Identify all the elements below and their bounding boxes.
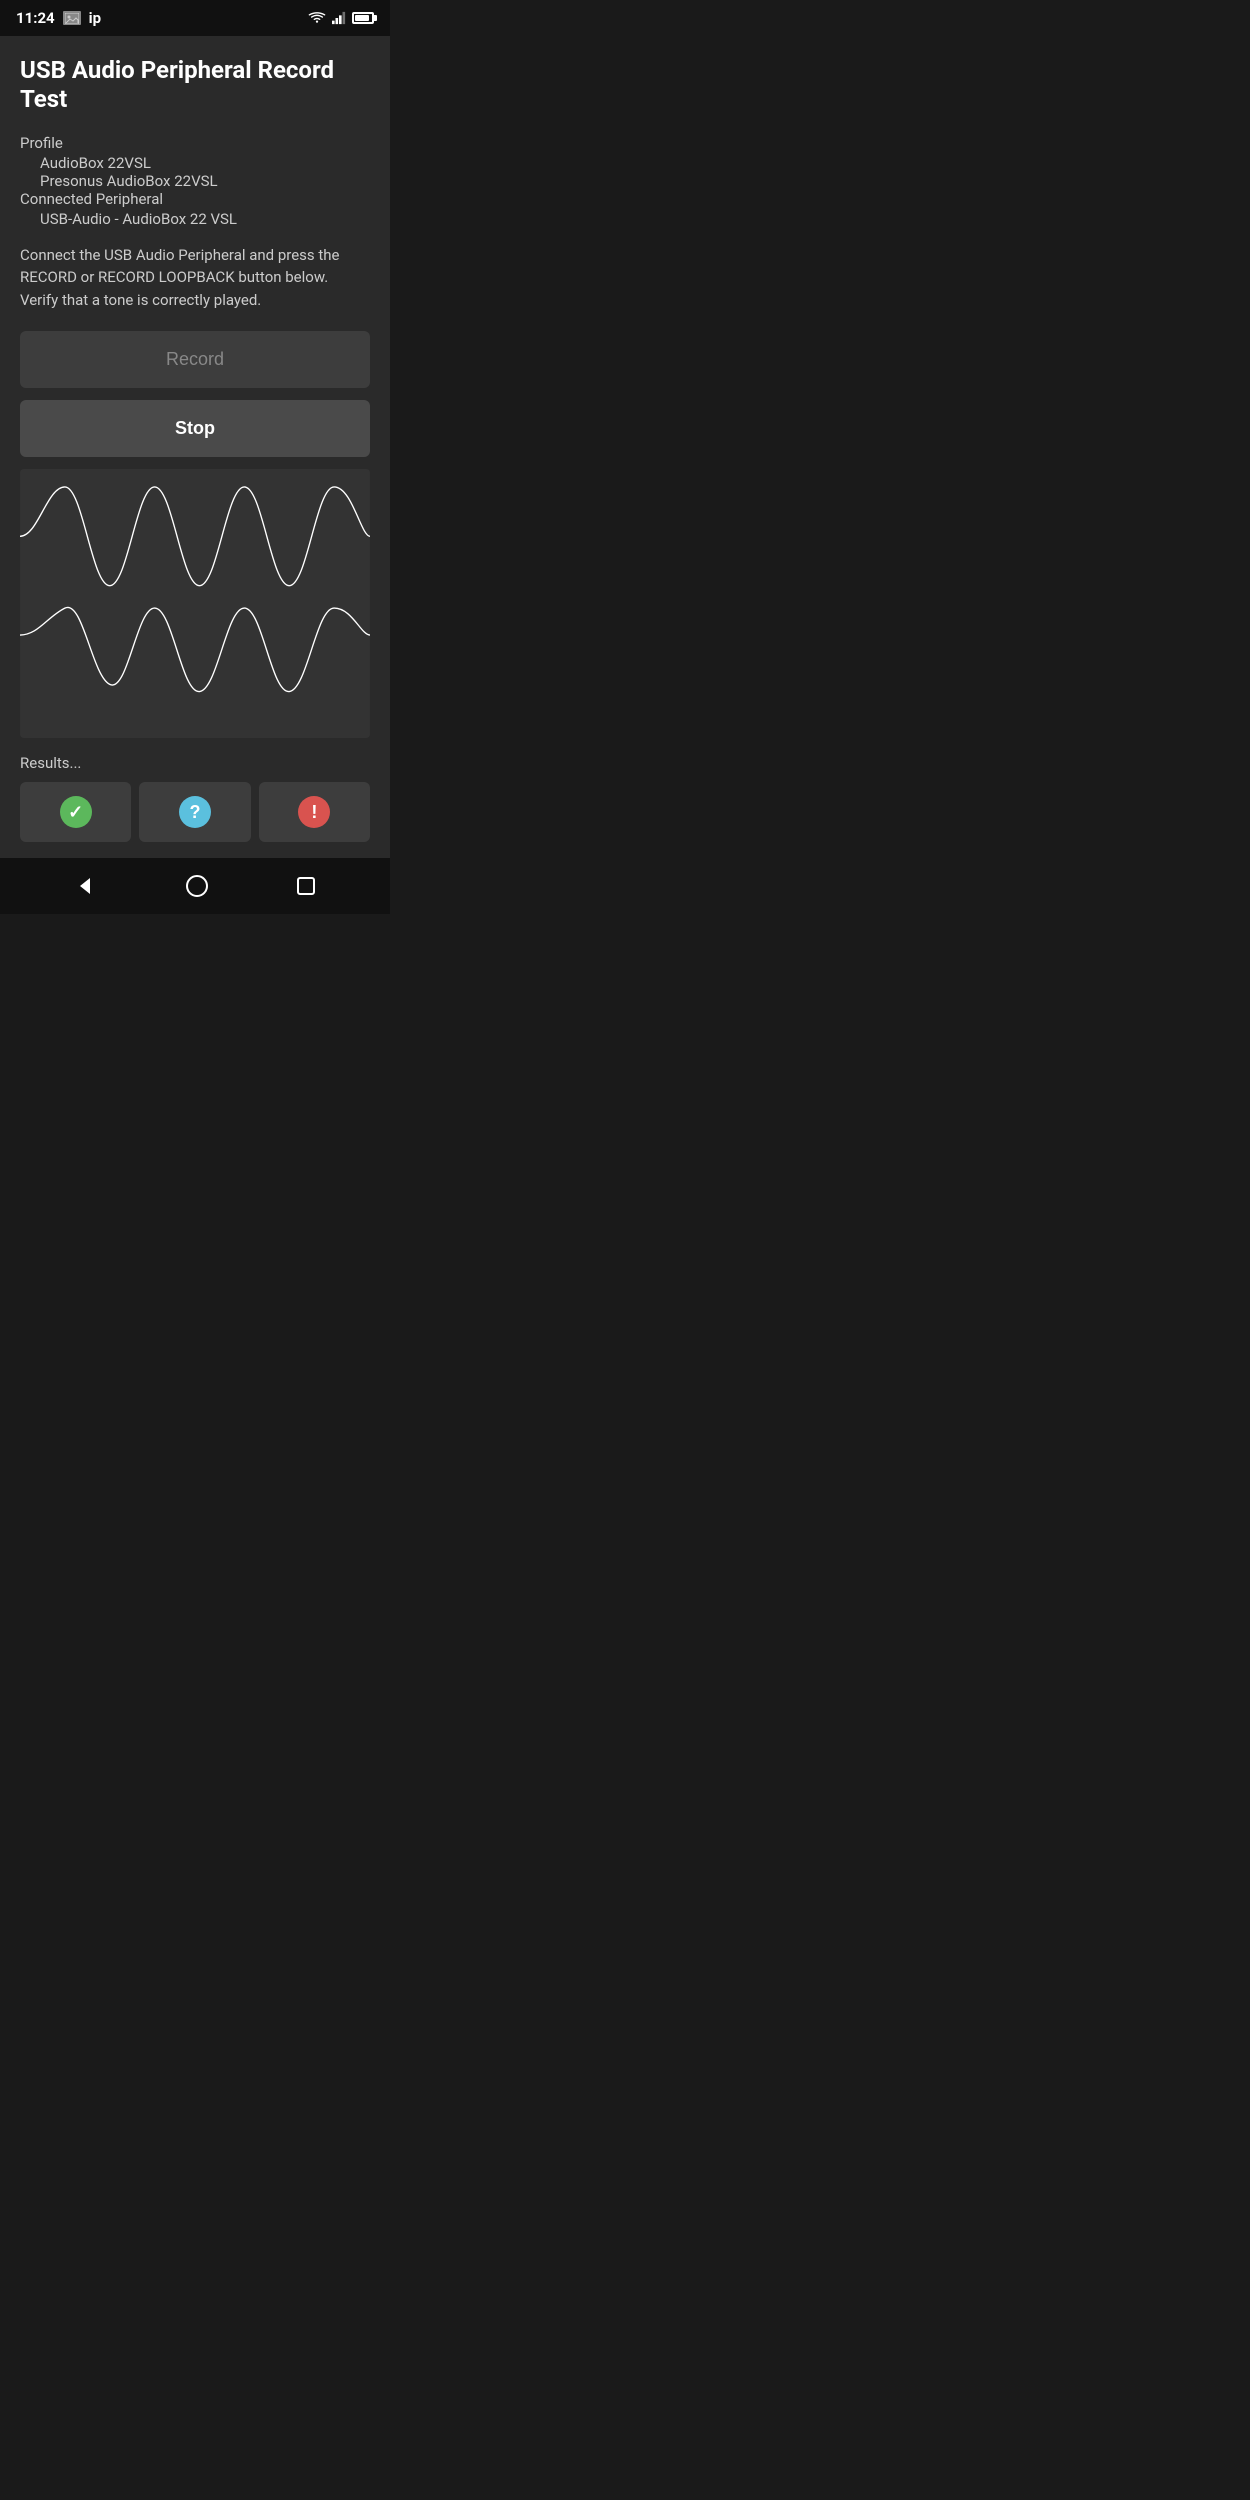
result-success-button[interactable]: ✓ [20,782,131,842]
wifi-icon [308,11,326,25]
waveform-display [20,469,370,738]
stop-button[interactable]: Stop [20,400,370,457]
battery-icon [352,12,374,24]
status-left: 11:24 ip [16,9,101,27]
time-display: 11:24 [16,9,55,27]
home-button[interactable] [177,866,217,906]
image-icon [63,11,81,25]
status-right [308,11,374,25]
profile-line1: AudioBox 22VSL [20,154,370,172]
profile-section: Profile AudioBox 22VSL Presonus AudioBox… [20,134,370,228]
result-help-button[interactable]: ? [139,782,250,842]
recents-button[interactable] [288,868,324,904]
back-icon [74,874,98,898]
results-label: Results... [20,754,370,772]
page-title: USB Audio Peripheral Record Test [20,56,370,114]
help-icon: ? [179,796,211,828]
home-icon [185,874,209,898]
instruction-text: Connect the USB Audio Peripheral and pre… [20,244,370,312]
main-content: USB Audio Peripheral Record Test Profile… [0,36,390,858]
profile-label: Profile [20,134,370,152]
profile-line2: Presonus AudioBox 22VSL [20,172,370,190]
status-bar: 11:24 ip [0,0,390,36]
ip-label: ip [89,9,101,27]
connected-label: Connected Peripheral [20,190,370,208]
result-error-button[interactable]: ! [259,782,370,842]
back-button[interactable] [66,866,106,906]
signal-icon [332,11,346,25]
connected-value: USB-Audio - AudioBox 22 VSL [20,210,370,228]
results-buttons-container: ✓ ? ! [20,782,370,842]
error-icon: ! [298,796,330,828]
recents-icon [296,876,316,896]
success-icon: ✓ [60,796,92,828]
record-button[interactable]: Record [20,331,370,388]
nav-bar [0,858,390,914]
